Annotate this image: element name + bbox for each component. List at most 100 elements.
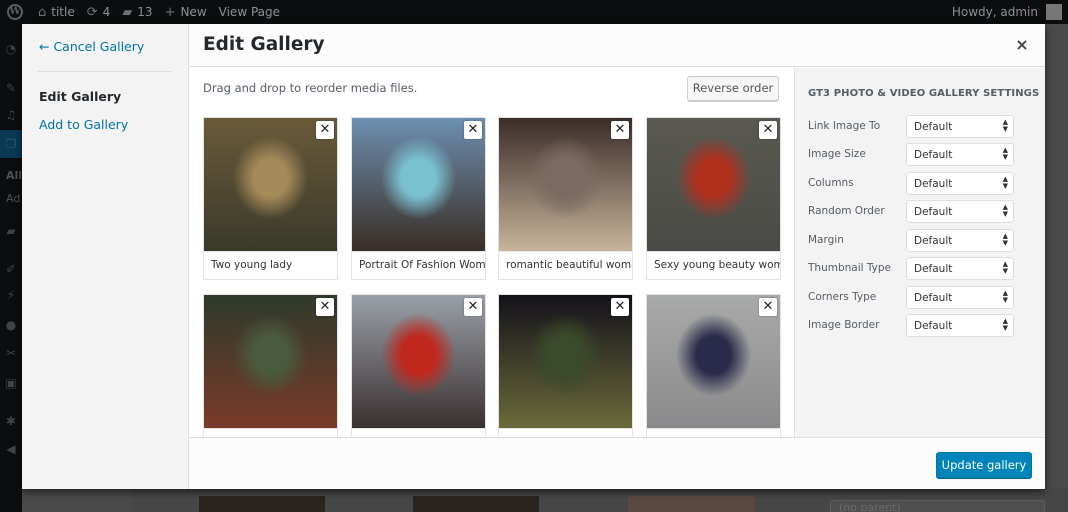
- new-content-link[interactable]: + New: [159, 0, 213, 24]
- attachment-caption[interactable]: romantic beautiful woma: [499, 251, 632, 279]
- attachment-item[interactable]: ✕: [203, 294, 338, 437]
- my-account[interactable]: Howdy, admin: [952, 4, 1068, 20]
- modal-title: Edit Gallery: [203, 34, 325, 55]
- attachment-caption[interactable]: [647, 428, 780, 437]
- media-icon[interactable]: ♫: [4, 108, 18, 122]
- updates-count: 4: [102, 5, 111, 19]
- setting-select[interactable]: Default ▲ ▼: [906, 286, 1014, 309]
- comments-menu-icon[interactable]: ▰: [4, 224, 18, 238]
- remove-attachment-icon[interactable]: ✕: [611, 298, 629, 316]
- setting-label: Image Border: [808, 319, 880, 331]
- close-icon[interactable]: ×: [1013, 35, 1031, 55]
- attachment-caption[interactable]: Two young lady: [204, 251, 337, 279]
- comments-count: 13: [137, 5, 153, 19]
- remove-attachment-icon[interactable]: ✕: [316, 298, 334, 316]
- parent-select[interactable]: (no parent): [830, 500, 1045, 512]
- select-arrows-icon: ▲ ▼: [1002, 146, 1008, 161]
- menu-text-add[interactable]: Ad: [6, 192, 20, 205]
- attachment-item[interactable]: ✕ Sexy young beauty woma: [646, 117, 781, 280]
- modal-footer: Update gallery: [190, 437, 1045, 489]
- home-icon: ⌂: [38, 4, 47, 20]
- menu-text-all[interactable]: All: [6, 169, 22, 182]
- menu-item-add-to-gallery[interactable]: Add to Gallery: [39, 117, 128, 132]
- tools-icon[interactable]: ✂: [4, 346, 18, 360]
- setting-select[interactable]: Default ▲ ▼: [906, 143, 1014, 166]
- setting-row: Random Order Default ▲ ▼: [808, 200, 1028, 224]
- attachment-caption[interactable]: [204, 428, 337, 437]
- plus-icon: +: [164, 4, 176, 20]
- settings-menu-icon[interactable]: ▣: [4, 376, 18, 390]
- reverse-order-button[interactable]: Reverse order: [687, 76, 779, 101]
- setting-select[interactable]: Default ▲ ▼: [906, 314, 1014, 337]
- setting-row: Thumbnail Type Default ▲ ▼: [808, 257, 1028, 281]
- remove-attachment-icon[interactable]: ✕: [759, 121, 777, 139]
- comments-icon: ▰: [122, 4, 133, 20]
- attachment-caption[interactable]: Portrait Of Fashion Woma: [352, 251, 485, 279]
- collapse-menu-icon[interactable]: ◀: [4, 442, 18, 456]
- plugins-icon[interactable]: ⚡: [4, 288, 18, 302]
- setting-row: Margin Default ▲ ▼: [808, 229, 1028, 253]
- remove-attachment-icon[interactable]: ✕: [316, 121, 334, 139]
- remove-attachment-icon[interactable]: ✕: [464, 298, 482, 316]
- attachment-item[interactable]: ✕ romantic beautiful woma: [498, 117, 633, 280]
- comments-link[interactable]: ▰ 13: [116, 0, 158, 24]
- pin-icon[interactable]: ✎: [4, 81, 18, 95]
- select-arrows-icon: ▲ ▼: [1002, 260, 1008, 275]
- setting-label: Link Image To: [808, 120, 881, 132]
- setting-select[interactable]: Default ▲ ▼: [906, 200, 1014, 223]
- select-arrows-icon: ▲ ▼: [1002, 289, 1008, 304]
- setting-value: Default: [914, 206, 953, 218]
- attachment-item[interactable]: ✕ Portrait Of Fashion Woma: [351, 117, 486, 280]
- attachment-item[interactable]: ✕: [351, 294, 486, 437]
- menu-item-edit-gallery[interactable]: Edit Gallery: [39, 89, 121, 104]
- setting-value: Default: [914, 149, 953, 161]
- cancel-gallery-link[interactable]: ← Cancel Gallery: [39, 39, 144, 54]
- select-arrows-icon: ▲ ▼: [1002, 232, 1008, 247]
- setting-label: Corners Type: [808, 291, 877, 303]
- attachment-caption[interactable]: [499, 428, 632, 437]
- attachment-item[interactable]: ✕ Two young lady: [203, 117, 338, 280]
- background-thumbnail: [413, 496, 539, 512]
- attachment-item[interactable]: ✕: [646, 294, 781, 437]
- setting-value: Default: [914, 178, 953, 190]
- settings-heading: GT3 PHOTO & VIDEO GALLERY SETTINGS: [808, 88, 1040, 99]
- remove-attachment-icon[interactable]: ✕: [759, 298, 777, 316]
- wordpress-logo-icon[interactable]: W: [2, 0, 28, 24]
- setting-row: Image Size Default ▲ ▼: [808, 143, 1028, 167]
- setting-select[interactable]: Default ▲ ▼: [906, 115, 1014, 138]
- appearance-icon[interactable]: ✐: [4, 262, 18, 276]
- admin-menu: ◔ ✎ ♫ ❐ All Ad ▰ ✐ ⚡ ● ✂ ▣ ✱ ◀: [0, 24, 22, 512]
- view-page-link[interactable]: View Page: [213, 0, 286, 24]
- attachments-browser: Drag and drop to reorder media files. Re…: [190, 68, 794, 437]
- attachment-caption[interactable]: Sexy young beauty woma: [647, 251, 780, 279]
- background-thumbnail: [199, 496, 325, 512]
- remove-attachment-icon[interactable]: ✕: [464, 121, 482, 139]
- updates-icon: ⟳: [86, 4, 98, 20]
- setting-label: Margin: [808, 234, 844, 246]
- attachment-item[interactable]: ✕: [498, 294, 633, 437]
- setting-row: Columns Default ▲ ▼: [808, 172, 1028, 196]
- pages-icon: ❐: [5, 137, 17, 151]
- setting-select[interactable]: Default ▲ ▼: [906, 257, 1014, 280]
- setting-label: Columns: [808, 177, 854, 189]
- setting-value: Default: [914, 235, 953, 247]
- updates-link[interactable]: ⟳ 4: [81, 0, 117, 24]
- users-icon[interactable]: ●: [4, 318, 18, 332]
- dashboard-icon[interactable]: ◔: [4, 42, 18, 56]
- modal-title-bar: Edit Gallery ×: [190, 24, 1045, 67]
- setting-value: Default: [914, 292, 953, 304]
- setting-label: Thumbnail Type: [808, 262, 891, 274]
- setting-row: Corners Type Default ▲ ▼: [808, 286, 1028, 310]
- setting-label: Image Size: [808, 148, 866, 160]
- setting-value: Default: [914, 263, 953, 275]
- setting-select[interactable]: Default ▲ ▼: [906, 172, 1014, 195]
- remove-attachment-icon[interactable]: ✕: [611, 121, 629, 139]
- setting-value: Default: [914, 320, 953, 332]
- select-arrows-icon: ▲ ▼: [1002, 317, 1008, 332]
- gear-icon[interactable]: ✱: [4, 414, 18, 428]
- admin-bar: W ⌂ title ⟳ 4 ▰ 13 + New View Page Howdy…: [0, 0, 1068, 24]
- setting-select[interactable]: Default ▲ ▼: [906, 229, 1014, 252]
- attachment-caption[interactable]: [352, 428, 485, 437]
- site-title-link[interactable]: ⌂ title: [32, 0, 81, 24]
- update-gallery-button[interactable]: Update gallery: [936, 452, 1032, 478]
